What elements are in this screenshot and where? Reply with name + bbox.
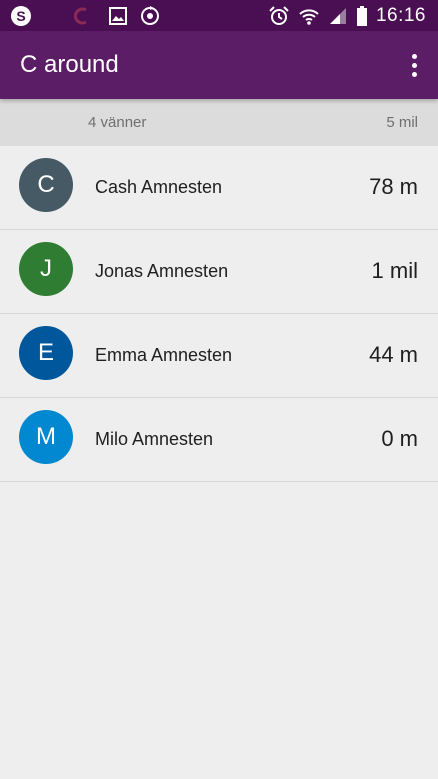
svg-text:S: S: [16, 8, 25, 24]
friend-row-emma[interactable]: E Emma Amnesten 44 m: [0, 314, 438, 398]
avatar: C: [19, 158, 73, 212]
friend-distance: 1 mil: [371, 258, 418, 283]
friend-row-milo[interactable]: M Milo Amnesten 0 m: [0, 398, 438, 482]
sync-icon: [139, 5, 161, 27]
friend-name: Milo Amnesten: [95, 429, 214, 449]
avatar: E: [19, 326, 73, 380]
skype-icon: S: [10, 5, 32, 27]
friend-distance: 44 m: [369, 342, 418, 367]
friends-list: C Cash Amnesten 78 m J Jonas Amnesten 1 …: [0, 146, 438, 482]
app-bar: C around: [0, 31, 438, 99]
friend-distance: 78 m: [369, 174, 418, 199]
avatar: J: [19, 242, 73, 296]
friends-summary-bar: 4 vänner 5 mil: [0, 99, 438, 146]
friend-name: Jonas Amnesten: [95, 261, 229, 281]
friend-name: Cash Amnesten: [95, 177, 223, 197]
status-time: 16:16: [375, 4, 426, 26]
wifi-icon: [298, 5, 320, 27]
signal-icon: [328, 6, 348, 26]
friend-distance: 0 m: [381, 426, 418, 451]
alarm-icon: [268, 5, 290, 27]
friend-name: Emma Amnesten: [95, 345, 233, 365]
app-title: C around: [20, 51, 119, 78]
friends-count: 4 vänner: [88, 114, 147, 131]
battery-icon: [356, 5, 368, 27]
c-around-icon: [73, 6, 89, 26]
search-range: 5 mil: [386, 114, 418, 131]
image-icon: [108, 6, 128, 26]
friend-row-jonas[interactable]: J Jonas Amnesten 1 mil: [0, 230, 438, 314]
friend-row-cash[interactable]: C Cash Amnesten 78 m: [0, 146, 438, 230]
avatar: M: [19, 410, 73, 464]
status-bar: S 16:16: [0, 0, 438, 31]
overflow-menu-icon[interactable]: [404, 47, 424, 83]
